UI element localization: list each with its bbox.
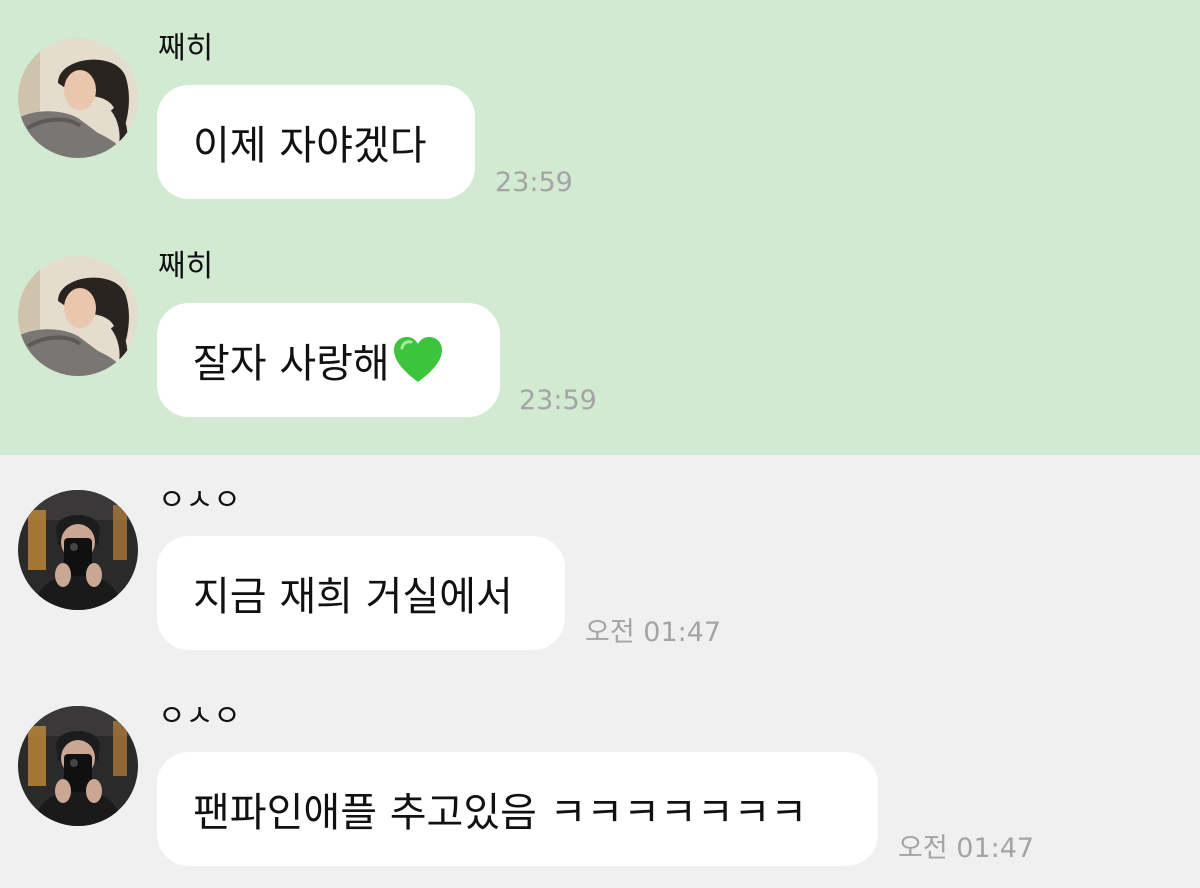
chat-message: 째히 잘자 사랑해 23:59 xyxy=(0,218,1200,418)
sender-name: ㅇㅅㅇ xyxy=(158,483,241,518)
sender-b-avatar[interactable] xyxy=(18,706,138,826)
sender-name: 째히 xyxy=(158,31,214,66)
message-text: 팬파인애플 추고있음 ㅋㅋㅋㅋㅋㅋㅋ xyxy=(193,790,808,836)
message-text: 이제 자야겠다 xyxy=(193,123,427,169)
message-text: 잘자 사랑해 xyxy=(193,341,390,387)
message-bubble[interactable]: 지금 재희 거실에서 xyxy=(157,536,565,650)
sender-name: ㅇㅅㅇ xyxy=(158,699,241,734)
chat-message: ㅇㅅㅇ 팬파인애플 추고있음 ㅋㅋㅋㅋㅋㅋㅋ 오전 01:47 xyxy=(0,668,1200,868)
message-text: 지금 재희 거실에서 xyxy=(193,574,513,620)
message-timestamp: 23:59 xyxy=(495,167,573,198)
chat-message: 째히 이제 자야겠다 23:59 xyxy=(0,0,1200,200)
message-bubble[interactable]: 이제 자야겠다 xyxy=(157,85,475,199)
message-timestamp: 오전 01:47 xyxy=(585,617,722,648)
green-heart-icon xyxy=(393,337,442,382)
message-timestamp: 오전 01:47 xyxy=(898,833,1035,864)
message-timestamp: 23:59 xyxy=(519,385,597,416)
sender-a-avatar[interactable] xyxy=(18,38,138,158)
message-bubble[interactable]: 잘자 사랑해 xyxy=(157,303,500,417)
sender-name: 째히 xyxy=(158,249,214,284)
message-bubble[interactable]: 팬파인애플 추고있음 ㅋㅋㅋㅋㅋㅋㅋ xyxy=(157,752,878,866)
chat-message: ㅇㅅㅇ 지금 재희 거실에서 오전 01:47 xyxy=(0,452,1200,652)
sender-a-avatar[interactable] xyxy=(18,256,138,376)
sender-b-avatar[interactable] xyxy=(18,490,138,610)
